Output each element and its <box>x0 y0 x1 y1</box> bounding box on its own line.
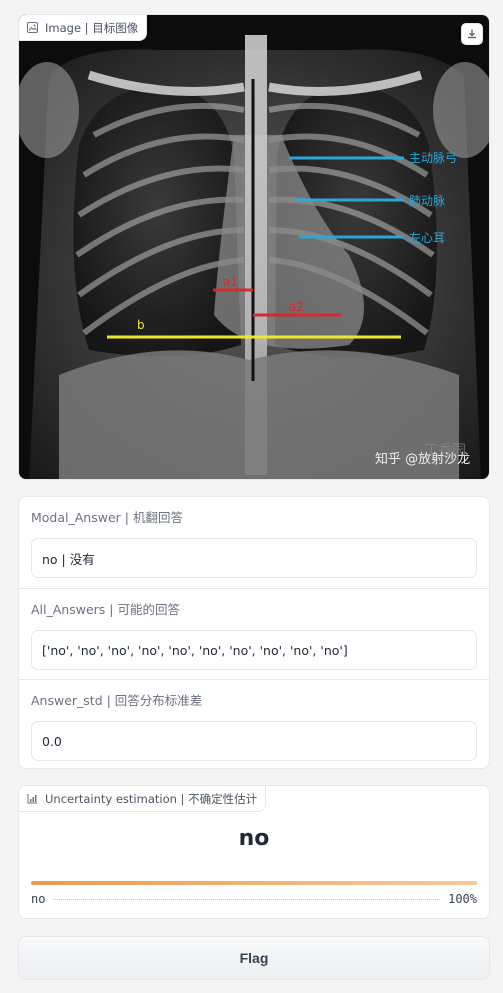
confidence-percent: 100% <box>448 892 477 906</box>
chest-xray-image: 主动脉弓 肺动脉 左心耳 a1 a2 b 丁香园 知乎 @放射沙龙 <box>19 15 489 479</box>
aorta-label: 主动脉弓 <box>409 150 457 165</box>
modal-answer-textbox[interactable]: no | 没有 <box>31 538 477 578</box>
image-label-tag: Image | 目标图像 <box>19 15 148 41</box>
confidence-bar <box>31 881 477 885</box>
answer-std-label: Answer_std | 回答分布标准差 <box>31 693 203 708</box>
answer-std-textbox[interactable]: 0.0 <box>31 721 477 761</box>
b-label: b <box>137 318 145 332</box>
image-icon <box>25 21 39 35</box>
all-answers-field: All_Answers | 可能的回答 ['no', 'no', 'no', '… <box>19 588 489 679</box>
confidence-class-label: no <box>31 892 46 906</box>
a2-label: a2 <box>289 300 304 314</box>
confidence-bar-fill <box>31 881 477 885</box>
flag-button[interactable]: Flag <box>18 936 490 980</box>
chart-icon <box>25 792 39 806</box>
uncertainty-label-text: Uncertainty estimation | 不确定性估计 <box>45 791 258 806</box>
confidence-leader-dots <box>53 898 441 900</box>
all-answers-textbox[interactable]: ['no', 'no', 'no', 'no', 'no', 'no', 'no… <box>31 630 477 670</box>
modal-answer-label: Modal_Answer | 机翻回答 <box>31 510 183 525</box>
download-icon <box>468 29 476 39</box>
answer-std-field: Answer_std | 回答分布标准差 0.0 <box>19 679 489 768</box>
left-atrium-label: 左心耳 <box>409 230 445 245</box>
pulmonary-label: 肺动脉 <box>409 193 445 208</box>
image-panel: 主动脉弓 肺动脉 左心耳 a1 a2 b 丁香园 知乎 @放射沙龙 Image … <box>18 14 490 480</box>
image-label-text: Image | 目标图像 <box>45 20 139 35</box>
all-answers-label: All_Answers | 可能的回答 <box>31 602 180 617</box>
uncertainty-label-tag: Uncertainty estimation | 不确定性估计 <box>19 786 267 812</box>
uncertainty-panel: Uncertainty estimation | 不确定性估计 no no 10… <box>18 785 490 919</box>
predicted-label: no <box>238 826 270 851</box>
modal-answer-field: Modal_Answer | 机翻回答 no | 没有 <box>19 497 489 588</box>
watermark-text: 知乎 @放射沙龙 <box>375 451 470 467</box>
answers-panel: Modal_Answer | 机翻回答 no | 没有 All_Answers … <box>18 496 490 769</box>
confidence-row[interactable]: no 100% <box>31 892 477 906</box>
a1-label: a1 <box>223 275 238 289</box>
download-button[interactable] <box>461 23 483 45</box>
